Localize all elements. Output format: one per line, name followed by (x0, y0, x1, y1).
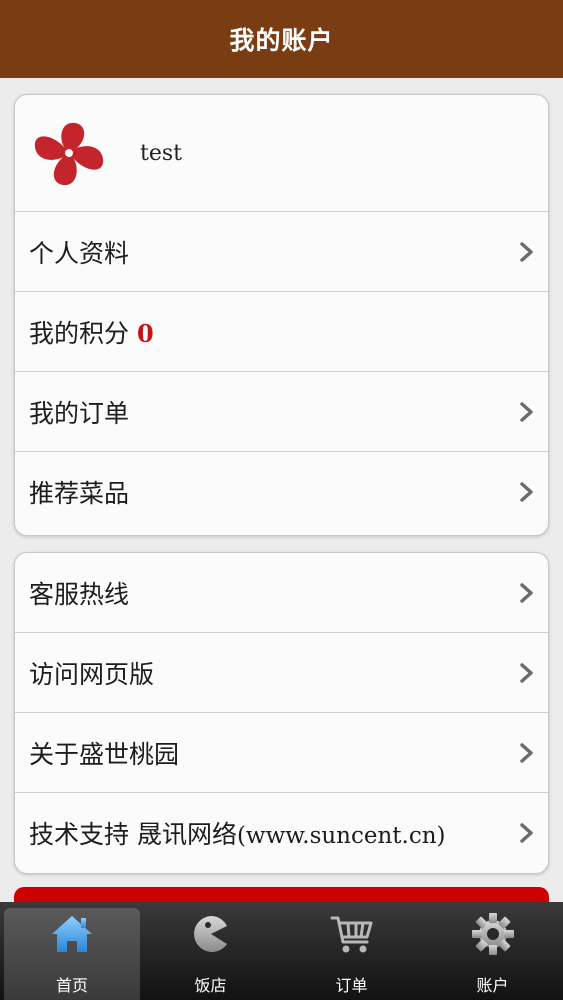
chevron-right-icon (520, 823, 533, 843)
chevron-right-icon (520, 742, 533, 763)
menu-item-label: 访问网页版 (29, 659, 155, 689)
menu-item-label: 关于盛世桃园 (29, 739, 180, 769)
profile-row[interactable]: test (15, 95, 548, 212)
menu-item-points[interactable]: 我的积分 0 (15, 292, 548, 372)
tab-label: 首页 (55, 976, 88, 995)
tab-orders[interactable]: 订单 (281, 902, 422, 1000)
menu-item-label-row: 我的积分 0 (29, 314, 536, 350)
menu-item-orders[interactable]: 我的订单 (15, 372, 548, 452)
chevron-right-icon (520, 241, 533, 262)
chevron-right-icon (520, 582, 533, 603)
page-title: 我的账户 (229, 26, 334, 55)
menu-item-about[interactable]: 关于盛世桃园 (15, 713, 548, 793)
menu-item-label: 我的积分 (29, 318, 130, 348)
tab-label: 饭店 (194, 976, 227, 995)
support-website-text: (www.suncent.cn) (236, 823, 446, 849)
logo-avatar-icon (34, 122, 104, 186)
chevron-right-icon (520, 401, 533, 422)
menu-item-label: 推荐菜品 (29, 479, 130, 508)
gear-icon (471, 913, 514, 955)
points-value: 0 (137, 318, 154, 348)
chevron-right-icon (520, 482, 533, 502)
menu-item-hotline[interactable]: 客服热线 (15, 553, 548, 633)
menu-item-label: 技术支持 晟讯网络 (29, 820, 237, 849)
tab-label: 订单 (335, 976, 368, 995)
home-icon (52, 916, 92, 952)
cart-icon (330, 916, 372, 953)
menu-item-label: 客服热线 (29, 579, 130, 609)
menu-item-recommended-dishes[interactable]: 推荐菜品 (15, 452, 548, 532)
pacman-icon (193, 916, 227, 952)
tab-home[interactable]: 首页 (4, 908, 140, 1000)
menu-item-tech-support[interactable]: 技术支持 晟讯网络(www.suncent.cn) (15, 793, 548, 873)
menu-item-profile[interactable]: 个人资料 (15, 212, 548, 292)
app-header: 我的账户 (0, 0, 563, 78)
menu-item-web-version[interactable]: 访问网页版 (15, 633, 548, 713)
tab-restaurant[interactable]: 饭店 (140, 902, 281, 1000)
username: test (140, 140, 182, 166)
menu-item-label: 个人资料 (29, 238, 130, 268)
tab-account[interactable]: 账户 (422, 902, 563, 1000)
menu-item-label: 我的订单 (29, 398, 130, 428)
tab-label: 账户 (476, 976, 509, 995)
account-menu-group: test 个人资料 我的积分 0 我的订单 推荐菜品 (14, 94, 549, 536)
chevron-right-icon (520, 662, 533, 683)
menu-item-label-row: 技术支持 晟讯网络(www.suncent.cn) (29, 815, 518, 851)
info-menu-group: 客服热线 访问网页版 关于盛世桃园 技术支持 晟讯网络(www.suncent.… (14, 552, 549, 874)
bottom-tab-bar: 首页 饭店 订单 账户 (0, 902, 563, 1000)
